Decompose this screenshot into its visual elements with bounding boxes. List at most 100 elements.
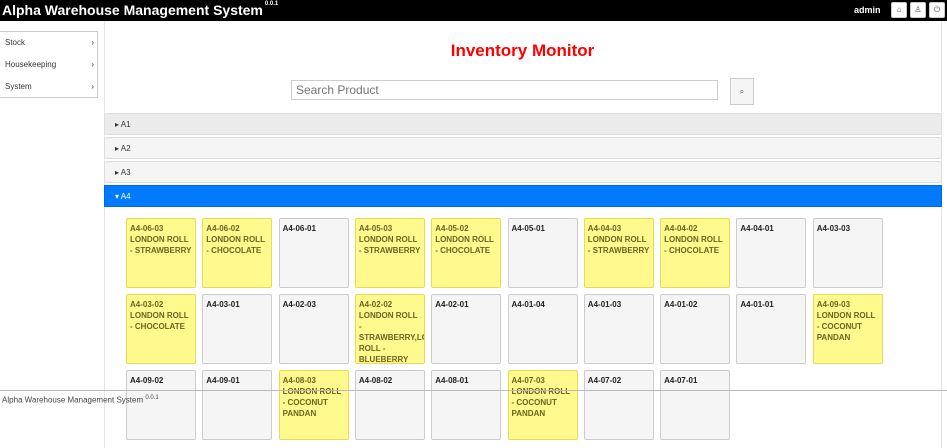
location-cell[interactable]: A4-03-03 (812, 218, 883, 288)
location-cell[interactable]: A4-01-02 (660, 294, 731, 364)
location-code: A4-05-01 (511, 224, 545, 233)
zone-label: A2 (120, 144, 131, 153)
chevron-right-icon: › (91, 82, 94, 91)
product-name: LONDON ROLL - STRAWBERRY (587, 235, 650, 255)
location-cell[interactable]: A4-03-02 LONDON ROLL - CHOCOLATE (126, 294, 196, 364)
location-cell[interactable]: A4-01-01 (736, 294, 807, 364)
location-cell[interactable]: A4-04-01 (736, 218, 807, 288)
zone-label: A4 (120, 192, 131, 201)
location-code: A4-04-02 (664, 224, 698, 233)
product-name: LONDON ROLL - STRAWBERRY,LONDON ROLL - B… (358, 311, 424, 364)
location-cell[interactable]: A4-07-02 (583, 370, 654, 440)
sidebar-item-housekeeping[interactable]: Housekeeping › (0, 54, 97, 76)
location-cell[interactable]: A4-08-01 (431, 370, 502, 440)
app-title-text: Alpha Warehouse Management System (2, 2, 263, 18)
zone-header-a3[interactable]: ▸ A3 (104, 161, 942, 183)
location-code: A4-07-03 (511, 376, 545, 385)
sidebar-item-label: Housekeeping (5, 60, 57, 69)
location-cell[interactable]: A4-01-04 (507, 294, 578, 364)
location-cell[interactable]: A4-02-03 (278, 294, 349, 364)
location-code: A4-02-03 (282, 300, 316, 309)
search-input[interactable] (291, 80, 718, 100)
location-code: A4-04-01 (740, 224, 774, 233)
zone-label: A1 (120, 120, 131, 129)
location-code: A4-01-02 (664, 300, 698, 309)
location-cell[interactable]: A4-07-03 LONDON ROLL - COCONUT PANDAN (507, 370, 578, 440)
location-cell[interactable]: A4-05-02 LONDON ROLL - CHOCOLATE (431, 218, 502, 288)
location-code: A4-09-03 (816, 300, 851, 309)
footer-divider (0, 390, 947, 391)
location-code: A4-06-03 (130, 224, 164, 233)
zone-header-a2[interactable]: ▸ A2 (104, 137, 942, 159)
location-cell[interactable]: A4-08-03 LONDON ROLL - COCONUT PANDAN (278, 370, 349, 440)
location-code: A4-05-02 (435, 224, 469, 233)
sidebar-item-stock[interactable]: Stock › (0, 32, 97, 54)
location-code: A4-06-01 (282, 224, 316, 233)
sidebar-item-system[interactable]: System › (0, 76, 97, 98)
location-cell[interactable]: A4-09-01 (202, 370, 273, 440)
location-cell[interactable]: A4-04-02 LONDON ROLL - CHOCOLATE (660, 218, 731, 288)
location-code: A4-06-02 (206, 224, 240, 233)
page-title: Inventory Monitor (450, 41, 595, 60)
search-button[interactable]: ⌕ (730, 78, 754, 105)
location-code: A4-02-02 (358, 300, 393, 309)
footer-version: 0.0.1 (145, 395, 159, 401)
location-cell[interactable]: A4-07-01 (660, 370, 731, 440)
location-code: A4-08-02 (358, 376, 393, 385)
location-code: A4-09-01 (206, 376, 240, 385)
product-name: LONDON ROLL - STRAWBERRY (130, 235, 192, 255)
location-cell[interactable]: A4-05-03 LONDON ROLL - STRAWBERRY (354, 218, 425, 288)
location-code: A4-04-03 (587, 224, 622, 233)
location-cell[interactable]: A4-05-01 (507, 218, 578, 288)
location-cell[interactable]: A4-02-01 (431, 294, 502, 364)
location-code: A4-07-01 (664, 376, 698, 385)
product-name: LONDON ROLL - STRAWBERRY (358, 235, 421, 255)
home-icon: ⌂ (896, 5, 902, 14)
location-cell[interactable]: A4-08-02 (354, 370, 425, 440)
app-title[interactable]: Alpha Warehouse Management System 0.0.1 (2, 1, 279, 18)
sidebar-item-label: System (5, 82, 32, 91)
chevron-right-icon: › (91, 38, 94, 47)
location-cell[interactable]: A4-02-02 LONDON ROLL - STRAWBERRY,LONDON … (354, 294, 425, 364)
location-cell[interactable]: A4-06-03 LONDON ROLL - STRAWBERRY (126, 218, 196, 288)
username: admin (854, 5, 881, 15)
power-icon: ⏻ (933, 5, 941, 14)
product-name: LONDON ROLL - CHOCOLATE (435, 235, 494, 255)
sidebar: Stock › Housekeeping › System › (0, 31, 98, 98)
location-code: A4-02-01 (435, 300, 469, 309)
location-cell[interactable]: A4-04-03 LONDON ROLL - STRAWBERRY (583, 218, 654, 288)
location-code: A4-08-01 (435, 376, 469, 385)
zone-header-a4[interactable]: ▾ A4 (104, 185, 942, 207)
footer: Alpha Warehouse Management System 0.0.1 (2, 395, 159, 405)
product-name: LONDON ROLL - CHOCOLATE (130, 311, 189, 331)
location-code: A4-03-02 (130, 300, 164, 309)
location-code: A4-01-04 (511, 300, 545, 309)
zone-header-a1[interactable]: ▸ A1 (104, 113, 942, 135)
location-code: A4-09-02 (130, 376, 164, 385)
top-navbar: Alpha Warehouse Management System 0.0.1 a… (0, 0, 947, 21)
profile-button[interactable]: ♙ (910, 2, 926, 18)
user-icon: ♙ (914, 5, 922, 14)
product-name: LONDON ROLL - CHOCOLATE (664, 235, 723, 255)
product-name: LONDON ROLL - CHOCOLATE (206, 235, 265, 255)
location-code: A4-03-01 (206, 300, 240, 309)
logout-button[interactable]: ⏻ (929, 2, 945, 18)
location-cell[interactable]: A4-06-02 LONDON ROLL - CHOCOLATE (202, 218, 273, 288)
location-code: A4-03-03 (816, 224, 851, 233)
home-button[interactable]: ⌂ (891, 2, 907, 18)
sidebar-item-label: Stock (5, 38, 26, 47)
location-code: A4-01-01 (740, 300, 774, 309)
location-cell[interactable]: A4-06-01 (278, 218, 349, 288)
location-code: A4-05-03 (358, 224, 393, 233)
location-code: A4-08-03 (282, 376, 316, 385)
location-cell[interactable]: A4-01-03 (583, 294, 654, 364)
chevron-right-icon: › (91, 60, 94, 69)
search-icon: ⌕ (739, 87, 745, 96)
divider (104, 21, 105, 448)
app-version: 0.0.1 (264, 1, 279, 7)
location-cell[interactable]: A4-03-01 (202, 294, 273, 364)
location-cell[interactable]: A4-09-02 (126, 370, 196, 440)
product-name: LONDON ROLL - COCONUT PANDAN (816, 311, 876, 342)
footer-text: Alpha Warehouse Management System (2, 395, 144, 405)
location-cell[interactable]: A4-09-03 LONDON ROLL - COCONUT PANDAN (812, 294, 883, 364)
